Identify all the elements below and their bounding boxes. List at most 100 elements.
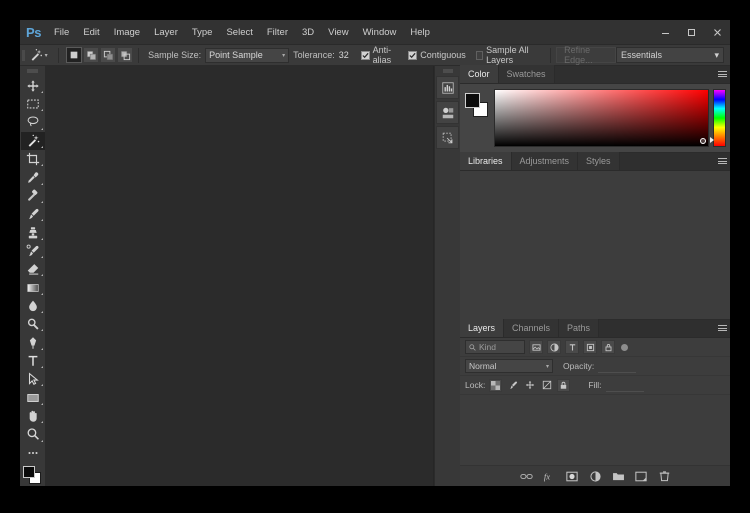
tab-channels[interactable]: Channels	[504, 319, 560, 337]
tool-preset-chevron-icon[interactable]: ▾	[45, 52, 53, 59]
fill-input[interactable]	[605, 378, 644, 392]
subtract-from-selection-button[interactable]	[100, 47, 117, 63]
crop-tool[interactable]	[21, 150, 45, 168]
pixel-layers-filter-icon[interactable]	[529, 340, 543, 354]
new-group-icon[interactable]	[611, 469, 625, 483]
pen-tool[interactable]	[21, 333, 45, 351]
lasso-tool[interactable]	[21, 113, 45, 131]
tab-paths[interactable]: Paths	[559, 319, 600, 337]
sample-all-layers-checkbox[interactable]	[475, 50, 484, 60]
menu-layer[interactable]: Layer	[147, 20, 185, 45]
zoom-tool[interactable]	[21, 425, 45, 443]
spot-healing-brush-tool[interactable]	[21, 187, 45, 205]
refine-edge-button[interactable]: Refine Edge...	[556, 45, 616, 65]
tolerance-input[interactable]: 32	[339, 50, 356, 61]
anti-alias-checkbox-group[interactable]: Anti-alias	[356, 45, 404, 65]
adjustment-layers-filter-icon[interactable]	[547, 340, 561, 354]
layers-list[interactable]	[460, 395, 730, 465]
anti-alias-checkbox[interactable]	[360, 50, 370, 60]
color-field-picker[interactable]	[494, 89, 709, 147]
history-brush-tool[interactable]	[21, 242, 45, 260]
tools-panel-grip[interactable]	[20, 66, 46, 77]
lock-position-icon[interactable]	[523, 379, 536, 392]
color-panel-foreground-swatch[interactable]	[465, 93, 480, 108]
menu-filter[interactable]: Filter	[260, 20, 295, 45]
menu-image[interactable]: Image	[107, 20, 147, 45]
tab-color[interactable]: Color	[460, 65, 499, 83]
lock-artboard-nesting-icon[interactable]	[540, 379, 553, 392]
sample-all-layers-checkbox-group[interactable]: Sample All Layers	[471, 45, 546, 65]
magic-wand-icon[interactable]	[28, 45, 45, 66]
shape-layers-filter-icon[interactable]	[583, 340, 597, 354]
delete-layer-icon[interactable]	[657, 469, 671, 483]
new-adjustment-layer-icon[interactable]	[588, 469, 602, 483]
menu-view[interactable]: View	[321, 20, 355, 45]
magic-wand-tool[interactable]	[20, 131, 45, 150]
color-panel-menu-icon[interactable]	[714, 65, 730, 83]
workspace-select[interactable]: Essentials ▾	[616, 47, 724, 63]
horizontal-type-tool[interactable]	[21, 352, 45, 370]
options-bar-grip[interactable]	[20, 45, 28, 66]
type-layers-filter-icon[interactable]	[565, 340, 579, 354]
lock-transparent-pixels-icon[interactable]	[489, 378, 503, 392]
layer-kind-filter-select[interactable]: Kind	[465, 340, 525, 354]
tab-swatches[interactable]: Swatches	[498, 65, 555, 83]
gradient-tool[interactable]	[21, 278, 45, 296]
eraser-tool[interactable]	[21, 260, 45, 278]
contiguous-checkbox-group[interactable]: Contiguous	[403, 50, 471, 60]
add-layer-mask-icon[interactable]	[565, 469, 579, 483]
new-layer-icon[interactable]	[634, 469, 648, 483]
histogram-panel-icon[interactable]	[436, 76, 459, 99]
new-selection-button[interactable]	[66, 47, 83, 63]
menu-select[interactable]: Select	[219, 20, 259, 45]
tab-layers[interactable]: Layers	[460, 319, 505, 337]
filter-enable-toggle[interactable]	[621, 343, 628, 351]
options-bar: ▾ Sample Size: Point Sample ▾ Tolerance:…	[20, 45, 730, 66]
menu-3d[interactable]: 3D	[295, 20, 321, 45]
dodge-tool[interactable]	[21, 315, 45, 333]
color-swatches-toolbar[interactable]	[21, 465, 45, 486]
blur-tool[interactable]	[21, 297, 45, 315]
menu-window[interactable]: Window	[356, 20, 404, 45]
lock-image-pixels-icon[interactable]	[506, 379, 519, 392]
eyedropper-tool[interactable]	[21, 168, 45, 186]
rectangular-marquee-tool[interactable]	[21, 95, 45, 113]
tab-adjustments[interactable]: Adjustments	[511, 152, 579, 170]
minimize-icon[interactable]	[652, 20, 678, 45]
menu-type[interactable]: Type	[185, 20, 220, 45]
color-panel-swatches[interactable]	[464, 89, 490, 147]
menu-file[interactable]: File	[47, 20, 76, 45]
layers-panel-menu-icon[interactable]	[714, 319, 730, 337]
libraries-panel-menu-icon[interactable]	[714, 152, 730, 170]
contiguous-checkbox[interactable]	[408, 50, 418, 60]
libraries-panel-icon[interactable]	[436, 126, 459, 149]
link-layers-icon[interactable]	[519, 469, 533, 483]
foreground-color-swatch[interactable]	[22, 465, 35, 478]
smart-object-filter-icon[interactable]	[601, 340, 615, 354]
edit-toolbar-button[interactable]	[21, 444, 45, 462]
close-icon[interactable]	[704, 20, 730, 45]
adjustments-panel-icon[interactable]	[436, 101, 459, 124]
tab-styles[interactable]: Styles	[578, 152, 620, 170]
dock-rail-grip[interactable]	[435, 66, 461, 76]
add-to-selection-button[interactable]	[83, 47, 100, 63]
sample-size-select[interactable]: Point Sample ▾	[205, 47, 290, 63]
hue-slider[interactable]	[710, 89, 726, 147]
maximize-icon[interactable]	[678, 20, 704, 45]
menu-edit[interactable]: Edit	[76, 20, 106, 45]
lock-all-icon[interactable]	[557, 378, 571, 392]
brush-tool[interactable]	[21, 205, 45, 223]
opacity-input[interactable]	[598, 359, 637, 373]
libraries-panel-body[interactable]	[460, 171, 730, 319]
move-tool[interactable]	[21, 77, 45, 95]
rectangle-tool[interactable]	[21, 388, 45, 406]
blend-mode-select[interactable]: Normal ▾	[465, 359, 553, 373]
path-selection-tool[interactable]	[21, 370, 45, 388]
intersect-selection-button[interactable]	[117, 47, 134, 63]
tab-libraries[interactable]: Libraries	[460, 152, 512, 170]
add-layer-style-icon[interactable]: fx	[542, 469, 556, 483]
menu-help[interactable]: Help	[403, 20, 437, 45]
hand-tool[interactable]	[21, 407, 45, 425]
canvas-area[interactable]	[46, 66, 434, 486]
clone-stamp-tool[interactable]	[21, 223, 45, 241]
